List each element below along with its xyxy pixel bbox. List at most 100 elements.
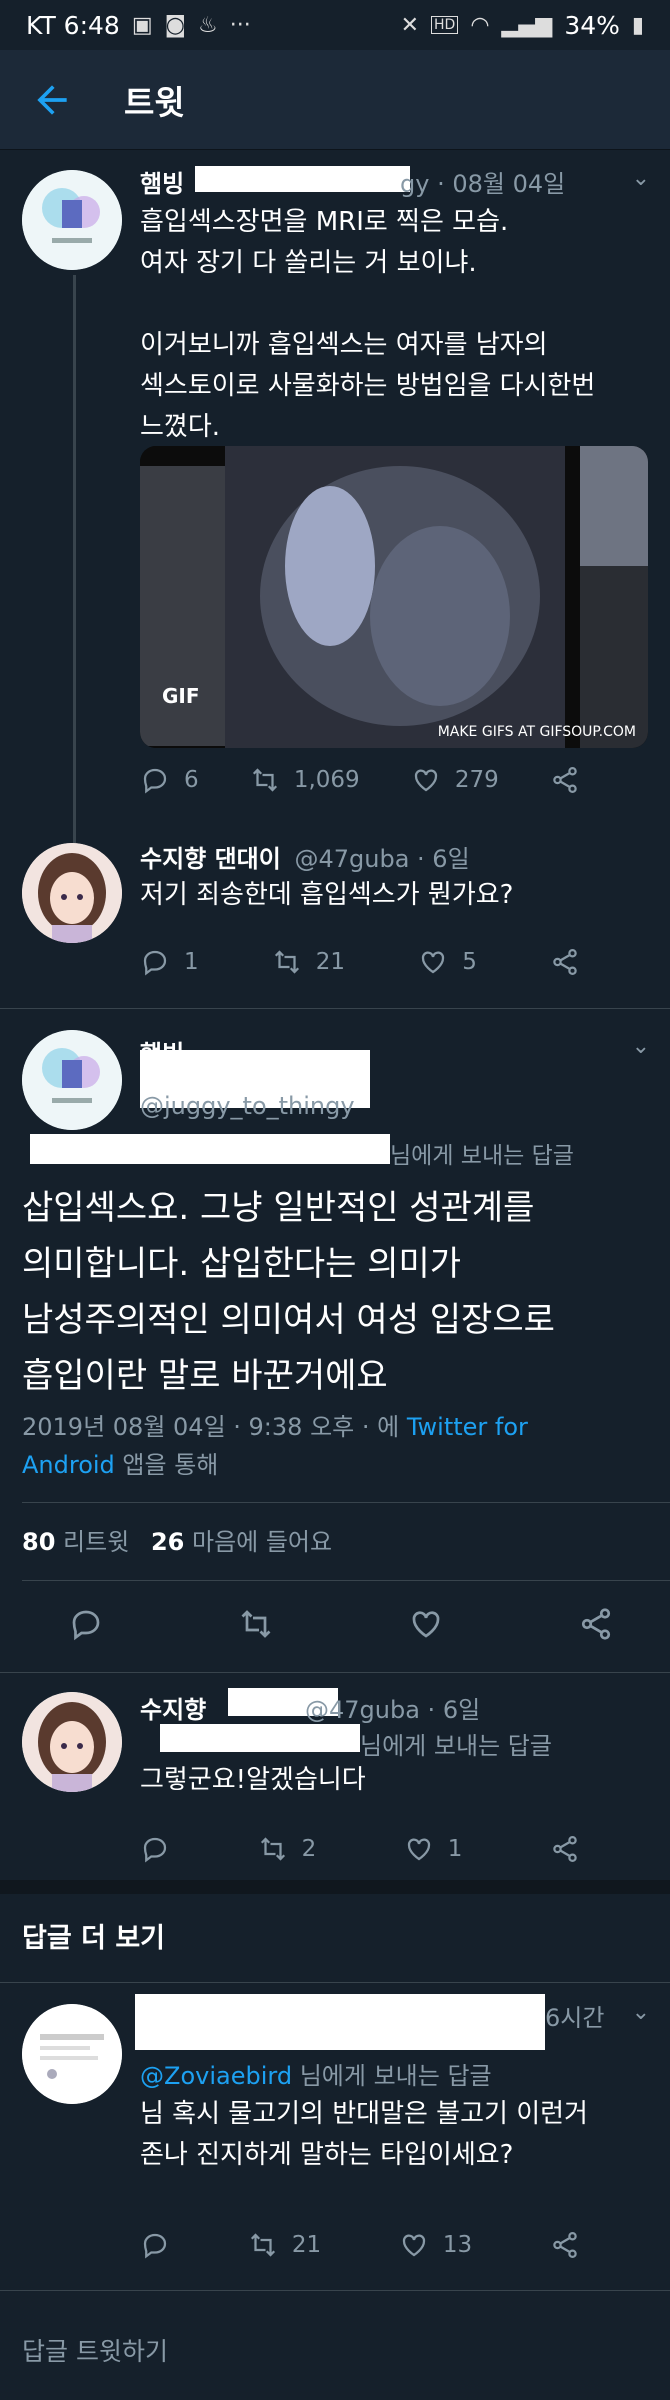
chevron-down-icon[interactable]: ⌄ bbox=[632, 1034, 650, 1059]
reply-to-label: 님에게 보내는 답글 bbox=[360, 1732, 552, 1760]
retweet-button[interactable]: 21 bbox=[248, 2230, 321, 2260]
timestamp: 2019년 08월 04일 · 9:38 오후 · 에 bbox=[22, 1413, 407, 1441]
watermark-text: MAKE GIFS AT GIFSOUP.COM bbox=[437, 724, 636, 740]
share-button[interactable] bbox=[550, 1834, 580, 1864]
retweet-total: 80 bbox=[22, 1528, 56, 1556]
redaction bbox=[30, 1134, 390, 1164]
retweet-icon[interactable] bbox=[238, 1606, 274, 1642]
share-icon bbox=[553, 2232, 577, 2258]
redaction bbox=[195, 166, 410, 192]
gallery-icon: ▣ bbox=[131, 12, 153, 38]
handle-timestamp: gy · 08월 04일 bbox=[400, 170, 566, 198]
tweet-text: 님 혹시 물고기의 반대말은 불고기 이런거 존나 진지하게 말하는 타입이세요… bbox=[140, 2094, 640, 2176]
display-name[interactable]: 수지향 댄대이 bbox=[140, 845, 281, 873]
retweet-stat-label: 리트윗 bbox=[63, 1528, 130, 1556]
share-icon[interactable] bbox=[578, 1606, 614, 1642]
composer-placeholder[interactable]: 답글 트윗하기 bbox=[22, 2332, 168, 2368]
reply-button[interactable]: 1 bbox=[140, 947, 199, 977]
retweet-count: 21 bbox=[315, 949, 346, 975]
tweet-text: 저기 죄송한데 흡입섹스가 뭔가요? bbox=[140, 880, 514, 910]
engagement-stats: 80 리트윗 26 마음에 들어요 bbox=[22, 1522, 332, 1563]
reply-to-label: 님에게 보내는 답글 bbox=[299, 2062, 492, 2090]
tweet-text-line: 여자 장기 다 쏠리는 거 보이냐. bbox=[140, 248, 477, 278]
reply-to-handle[interactable]: @Zoviaebird bbox=[140, 2062, 292, 2090]
like-button[interactable]: 1 bbox=[404, 1834, 462, 1864]
reply-to-row: @Zoviaebird 님에게 보내는 답글 bbox=[140, 2056, 492, 2091]
reply-icon[interactable] bbox=[68, 1606, 104, 1642]
chevron-down-icon[interactable]: ⌄ bbox=[632, 2000, 650, 2025]
tweet-header: 수지향 bbox=[140, 1690, 206, 1725]
more-notifications-icon: ··· bbox=[229, 12, 251, 38]
like-button[interactable]: 5 bbox=[418, 947, 477, 977]
tweet-meta: 2019년 08월 04일 · 9:38 오후 · 에 Twitter for … bbox=[22, 1408, 642, 1484]
retweet-stat[interactable]: 80 리트윗 bbox=[22, 1528, 129, 1556]
page-title: 트윗 bbox=[124, 82, 185, 122]
retweet-button[interactable]: 2 bbox=[258, 1834, 316, 1864]
heart-icon bbox=[414, 769, 438, 792]
handle-timestamp: @47guba · 6일 bbox=[305, 1696, 481, 1724]
divider bbox=[0, 1982, 670, 1983]
avatar[interactable] bbox=[22, 170, 122, 270]
reply-composer[interactable]: 답글 트윗하기 bbox=[0, 2292, 670, 2400]
notification-icon: ♨ bbox=[197, 12, 218, 38]
message-icon: ◙ bbox=[164, 12, 186, 38]
tweet-text-line: 남성주의적인 의미여서 여성 입장으로 bbox=[22, 1300, 555, 1340]
divider bbox=[22, 1580, 670, 1581]
heart-icon bbox=[407, 1838, 430, 1861]
share-button[interactable] bbox=[550, 765, 580, 795]
chevron-down-icon[interactable]: ⌄ bbox=[632, 166, 650, 191]
reply-button[interactable] bbox=[140, 1834, 170, 1864]
share-icon bbox=[553, 949, 577, 975]
client-link[interactable]: Android bbox=[22, 1451, 115, 1479]
reply-count: 1 bbox=[184, 949, 199, 975]
avatar[interactable] bbox=[22, 1692, 122, 1792]
redaction bbox=[135, 1994, 545, 2050]
reply-button[interactable]: 6 bbox=[140, 765, 199, 795]
reply-icon bbox=[143, 768, 167, 794]
heart-icon[interactable] bbox=[408, 1606, 444, 1642]
tweet-header: 햄빙 bbox=[140, 164, 184, 199]
action-bar: 21 13 bbox=[140, 2230, 580, 2260]
display-name[interactable]: 햄빙 bbox=[140, 170, 184, 198]
retweet-button[interactable]: 21 bbox=[272, 947, 345, 977]
tweet-3[interactable]: 수지향 @47guba · 6일 님에게 보내는 답글 그렇군요!알겠습니다 2… bbox=[0, 1676, 670, 1876]
retweet-icon bbox=[252, 768, 277, 792]
tweet-text: 흡입섹스장면을 MRI로 찍은 모습. 여자 장기 다 쏠리는 거 보이냐. 이… bbox=[140, 202, 640, 448]
share-icon bbox=[553, 767, 577, 793]
retweet-button[interactable]: 1,069 bbox=[250, 765, 360, 795]
avatar[interactable] bbox=[22, 1030, 122, 1130]
reply-button[interactable] bbox=[140, 2230, 170, 2260]
divider bbox=[0, 1008, 670, 1009]
display-name[interactable]: 수지향 bbox=[140, 1696, 206, 1724]
like-button[interactable]: 279 bbox=[411, 765, 499, 795]
main-tweet: 햄빙 @juggy_to_thingy ⌄ 님에게 보내는 답글 삽입섹스요. … bbox=[0, 1010, 670, 1670]
mute-icon: ✕ bbox=[400, 12, 420, 38]
tweet-4[interactable]: 6시간 ⌄ @Zoviaebird 님에게 보내는 답글 님 혹시 물고기의 반… bbox=[0, 1984, 670, 2284]
tweet-text-line: 흡입섹스장면을 MRI로 찍은 모습. bbox=[140, 207, 509, 237]
action-bar: 2 1 bbox=[140, 1834, 580, 1864]
tweet-text-line: 삽입섹스요. 그냥 일반적인 성관계를 bbox=[22, 1188, 535, 1228]
tweet-1[interactable]: 햄빙 gy · 08월 04일 ⌄ 흡입섹스장면을 MRI로 찍은 모습. 여자… bbox=[0, 150, 670, 835]
hd-icon: HD bbox=[431, 16, 459, 34]
reply-count: 6 bbox=[184, 767, 199, 793]
avatar[interactable] bbox=[22, 843, 122, 943]
tweet-2[interactable]: 수지향 댄대이 @47guba · 6일 저기 죄송한데 흡입섹스가 뭔가요? … bbox=[0, 835, 670, 1005]
reply-icon bbox=[143, 950, 167, 976]
like-stat[interactable]: 26 마음에 들어요 bbox=[151, 1528, 332, 1556]
tweet-text-line: 님 혹시 물고기의 반대말은 불고기 이런거 bbox=[140, 2099, 588, 2129]
heart-icon bbox=[422, 951, 445, 974]
share-button[interactable] bbox=[550, 947, 580, 977]
mri-image bbox=[140, 446, 648, 748]
client-link[interactable]: Twitter for bbox=[407, 1413, 528, 1441]
action-bar: 1 21 5 bbox=[140, 947, 580, 977]
avatar[interactable] bbox=[22, 2004, 122, 2104]
gif-badge: GIF bbox=[162, 684, 200, 708]
back-arrow-icon[interactable] bbox=[30, 78, 74, 122]
share-button[interactable] bbox=[550, 2230, 580, 2260]
app-bar: 트윗 bbox=[0, 50, 670, 150]
tweet-text: 그렇군요!알겠습니다 bbox=[140, 1765, 366, 1795]
like-button[interactable]: 13 bbox=[399, 2230, 472, 2260]
tweet-text-line: 섹스토이로 사물화하는 방법임을 다시한번 bbox=[140, 371, 596, 401]
gif-media[interactable]: GIF MAKE GIFS AT GIFSOUP.COM bbox=[140, 446, 648, 748]
retweet-icon bbox=[260, 1837, 285, 1861]
